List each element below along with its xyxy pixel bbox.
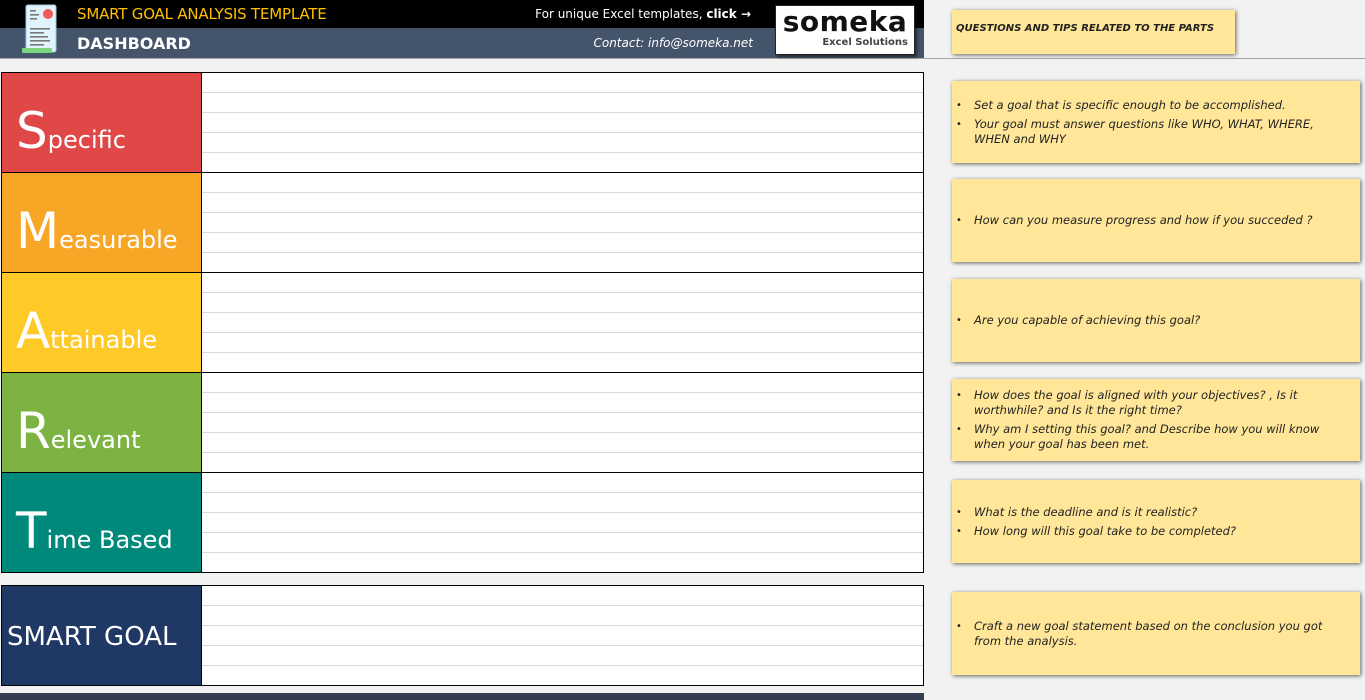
section-relevant: Relevant — [1, 372, 924, 473]
input-line[interactable] — [202, 433, 923, 453]
tip-item: Are you capable of achieving this goal? — [952, 313, 1352, 328]
tip-box-time-based: What is the deadline and is it realistic… — [952, 480, 1360, 563]
input-line[interactable] — [202, 533, 923, 553]
input-lines — [202, 473, 923, 572]
section-time-based: Time Based — [1, 472, 924, 573]
input-line[interactable] — [202, 193, 923, 213]
label-rest: easurable — [59, 226, 178, 254]
smart-goal-label: SMART GOAL — [7, 622, 177, 652]
input-line[interactable] — [202, 73, 923, 93]
input-line[interactable] — [202, 453, 923, 473]
input-line[interactable] — [202, 413, 923, 433]
tip-item: How does the goal is aligned with your o… — [952, 388, 1352, 418]
input-line[interactable] — [202, 153, 923, 173]
tip-box-smart-goal: Craft a new goal statement based on the … — [952, 592, 1360, 675]
label-attainable: Attainable — [2, 273, 202, 372]
tip-box-relevant: How does the goal is aligned with your o… — [952, 379, 1360, 461]
document-icon — [22, 4, 57, 53]
label-rest: ime Based — [46, 526, 173, 554]
label-relevant: Relevant — [2, 373, 202, 472]
label-smart-goal: SMART GOAL — [2, 586, 202, 685]
promo-link[interactable]: For unique Excel templates, click → — [535, 7, 751, 21]
tip-item: Craft a new goal statement based on the … — [952, 619, 1352, 649]
tip-item: Set a goal that is specific enough to be… — [952, 98, 1352, 113]
input-lines — [202, 373, 923, 472]
input-line[interactable] — [202, 233, 923, 253]
section-measurable: Measurable — [1, 172, 924, 273]
input-line[interactable] — [202, 586, 923, 606]
input-line[interactable] — [202, 113, 923, 133]
input-line[interactable] — [202, 666, 923, 686]
page-title: DASHBOARD — [77, 34, 191, 53]
tip-box-measurable: How can you measure progress and how if … — [952, 179, 1360, 262]
input-lines — [202, 586, 923, 685]
input-line[interactable] — [202, 273, 923, 293]
tip-item: Why am I setting this goal? and Describe… — [952, 422, 1352, 452]
input-line[interactable] — [202, 93, 923, 113]
label-initial: A — [16, 302, 51, 360]
input-line[interactable] — [202, 626, 923, 646]
app-title: SMART GOAL ANALYSIS TEMPLATE — [77, 5, 327, 23]
tip-item: How can you measure progress and how if … — [952, 213, 1352, 228]
tip-item: What is the deadline and is it realistic… — [952, 505, 1352, 520]
label-initial: T — [16, 502, 47, 560]
logo-brand: someka — [782, 5, 908, 38]
input-line[interactable] — [202, 513, 923, 533]
input-line[interactable] — [202, 333, 923, 353]
label-rest: pecific — [47, 126, 126, 154]
label-initial: M — [16, 202, 60, 260]
input-line[interactable] — [202, 553, 923, 573]
label-initial: R — [16, 402, 51, 460]
input-line[interactable] — [202, 353, 923, 373]
tip-box-attainable: Are you capable of achieving this goal? — [952, 279, 1360, 362]
section-attainable: Attainable — [1, 272, 924, 373]
input-line[interactable] — [202, 393, 923, 413]
tip-box-specific: Set a goal that is specific enough to be… — [952, 81, 1360, 163]
input-line[interactable] — [202, 493, 923, 513]
input-line[interactable] — [202, 253, 923, 273]
label-specific: Specific — [2, 73, 202, 172]
input-lines — [202, 173, 923, 272]
input-line[interactable] — [202, 133, 923, 153]
label-rest: ttainable — [50, 326, 157, 354]
logo-tagline: Excel Solutions — [822, 37, 908, 48]
tip-item: Your goal must answer questions like WHO… — [952, 117, 1352, 147]
label-measurable: Measurable — [2, 173, 202, 272]
label-time-based: Time Based — [2, 473, 202, 572]
input-line[interactable] — [202, 173, 923, 193]
tips-heading-box: QUESTIONS AND TIPS RELATED TO THE PARTS — [952, 10, 1235, 54]
input-line[interactable] — [202, 313, 923, 333]
promo-click-link[interactable]: click → — [706, 7, 751, 21]
someka-logo[interactable]: someka Excel Solutions — [775, 5, 915, 55]
section-smart-goal: SMART GOAL — [1, 585, 924, 686]
tip-item: How long will this goal take to be compl… — [952, 524, 1352, 539]
label-initial: S — [16, 102, 48, 160]
input-line[interactable] — [202, 213, 923, 233]
contact-email[interactable]: Contact: info@someka.net — [593, 36, 753, 50]
input-line[interactable] — [202, 373, 923, 393]
footer-bar — [0, 693, 924, 700]
input-line[interactable] — [202, 646, 923, 666]
label-rest: elevant — [50, 426, 141, 454]
header-divider — [0, 58, 1365, 59]
promo-text: For unique Excel templates, — [535, 7, 707, 21]
input-lines — [202, 73, 923, 172]
input-line[interactable] — [202, 293, 923, 313]
tips-heading: QUESTIONS AND TIPS RELATED TO THE PARTS — [956, 23, 1215, 34]
input-line[interactable] — [202, 606, 923, 626]
input-line[interactable] — [202, 473, 923, 493]
input-lines — [202, 273, 923, 372]
section-specific: Specific — [1, 72, 924, 173]
